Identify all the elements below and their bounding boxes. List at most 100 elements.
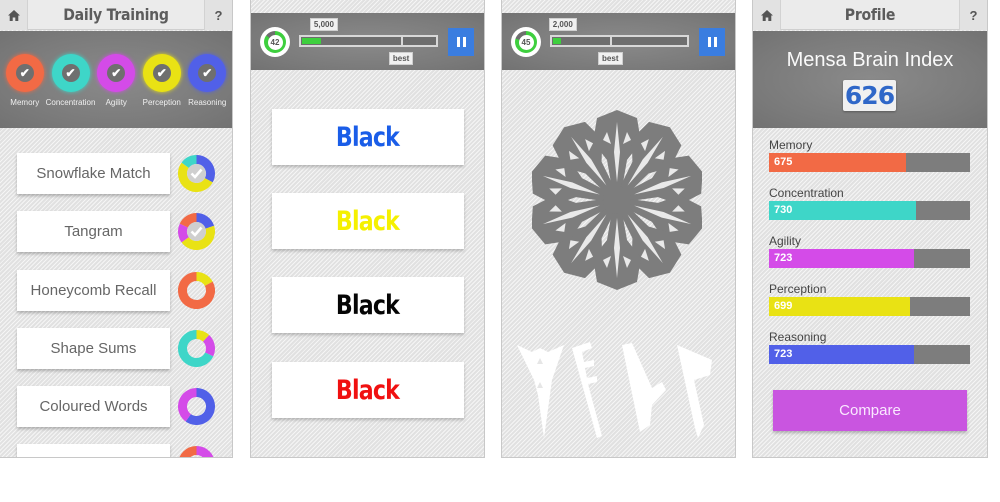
- category-label: Agility: [105, 98, 127, 107]
- stat-agility: Agility 723: [769, 234, 970, 268]
- donut-segment: [196, 272, 213, 287]
- snowflake-match-screen: 45 2,000 best: [501, 0, 736, 458]
- game-button[interactable]: Coloured Words: [17, 386, 170, 427]
- snowflake-pieces: [517, 342, 712, 438]
- donut-segment: [178, 223, 190, 243]
- piece-hook-icon[interactable]: [622, 343, 666, 432]
- stat-value: 723: [774, 348, 793, 360]
- pause-icon: [462, 37, 466, 47]
- compare-button[interactable]: Compare: [773, 390, 967, 431]
- best-marker: [610, 37, 613, 45]
- stat-concentration: Concentration 730: [769, 186, 970, 220]
- help-button[interactable]: ?: [959, 0, 987, 30]
- home-icon: [760, 9, 773, 21]
- game-progress-donut-icon: [178, 388, 215, 425]
- stat-memory: Memory 675: [769, 138, 970, 172]
- score-tag: 5,000: [309, 18, 338, 31]
- nav-bar: Daily Training ?: [0, 0, 232, 30]
- pause-icon: [713, 37, 717, 47]
- home-icon: [7, 9, 20, 21]
- game-progress-donut-icon: [178, 330, 215, 367]
- pause-button[interactable]: [448, 28, 474, 56]
- pause-icon: [707, 37, 711, 47]
- category-ring-icon: ✔: [51, 54, 90, 92]
- timer-ring-icon: 45: [515, 31, 537, 53]
- stat-bar: 723: [769, 249, 970, 268]
- category-label: Reasoning: [188, 98, 227, 107]
- score-progress-bar: [299, 35, 438, 47]
- stat-value: 675: [774, 156, 793, 168]
- check-icon: ✔: [61, 64, 80, 82]
- stat-value: 699: [774, 300, 793, 312]
- donut-segment: [178, 388, 197, 422]
- game-button[interactable]: Honeycomb Recall: [17, 270, 170, 311]
- game-status-bar: 45 2,000 best: [502, 13, 735, 70]
- check-icon: ✔: [107, 64, 126, 82]
- word-option-label: Black: [336, 205, 400, 237]
- pause-icon: [456, 37, 460, 47]
- category-ring-icon: ✔: [97, 54, 136, 92]
- category-ring-icon: ✔: [142, 54, 181, 92]
- game-status-bar: 42 5,000 best: [251, 13, 484, 70]
- best-tag: best: [598, 52, 623, 65]
- stat-bar: 723: [769, 345, 970, 364]
- stat-label: Memory: [769, 138, 813, 152]
- pause-button[interactable]: [699, 28, 725, 56]
- word-option-button[interactable]: Black: [272, 109, 464, 165]
- category-ring-icon: ✔: [188, 54, 227, 92]
- timer-value: 42: [267, 34, 283, 50]
- score-progress-fill: [553, 38, 561, 44]
- category-band: ✔ Memory ✔ Concentration ✔ Agility ✔ Perception…: [0, 31, 232, 128]
- stat-bar: 675: [769, 153, 970, 172]
- score-progress-bar: [550, 35, 689, 47]
- game-button[interactable]: Tangram: [17, 211, 170, 252]
- game-progress-donut-icon: [178, 155, 215, 192]
- stat-label: Perception: [769, 282, 827, 296]
- category-label: Concentration: [45, 98, 96, 107]
- category-concentration[interactable]: ✔ Concentration: [45, 54, 96, 107]
- brain-index-band: Mensa Brain Index 626: [753, 31, 987, 128]
- score-tag: 2,000: [548, 18, 577, 31]
- coloured-words-screen: 42 5,000 best Black Black Black Black: [250, 0, 485, 458]
- timer: 42: [260, 27, 290, 57]
- category-agility[interactable]: ✔ Agility: [94, 54, 140, 107]
- piece-arrow-icon[interactable]: [517, 345, 564, 438]
- nav-bar: Profile ?: [753, 0, 987, 30]
- category-perception[interactable]: ✔ Perception: [139, 54, 185, 107]
- donut-segment: [202, 335, 215, 357]
- category-reasoning[interactable]: ✔ Reasoning: [185, 54, 231, 107]
- score-progress-fill: [302, 38, 321, 44]
- stat-perception: Perception 699: [769, 282, 970, 316]
- word-option-button[interactable]: Black: [272, 362, 464, 418]
- category-label: Perception: [142, 98, 181, 107]
- word-option-label: Black: [336, 289, 400, 321]
- home-button[interactable]: [0, 0, 28, 30]
- best-marker: [400, 37, 403, 45]
- donut-segment: [196, 330, 210, 342]
- word-option-label: Black: [336, 374, 400, 406]
- daily-training-screen: Daily Training ? ✔ Memory ✔ Concentration ✔ A…: [0, 0, 233, 458]
- check-icon: ✔: [198, 64, 217, 82]
- game-progress-donut-icon: [178, 272, 215, 309]
- check-icon: ✔: [15, 64, 34, 82]
- piece-comb-icon[interactable]: [572, 342, 602, 438]
- piece-flag-icon[interactable]: [677, 345, 712, 438]
- check-icon: ✔: [152, 64, 171, 82]
- word-option-label: Black: [336, 121, 400, 153]
- page-title: Profile: [844, 5, 896, 24]
- stat-label: Concentration: [769, 186, 844, 200]
- brain-index-title: Mensa Brain Index: [786, 49, 954, 71]
- stat-bar: 699: [769, 297, 970, 316]
- profile-screen: Profile ? Mensa Brain Index 626 Memory 67…: [752, 0, 988, 458]
- help-button[interactable]: ?: [204, 0, 232, 30]
- word-option-button[interactable]: Black: [272, 277, 464, 333]
- game-button[interactable]: Snowflake Match: [17, 153, 170, 194]
- game-button[interactable]: [17, 444, 170, 457]
- category-memory[interactable]: ✔ Memory: [2, 54, 48, 107]
- brain-index-score: 626: [843, 80, 896, 111]
- game-button[interactable]: Shape Sums: [17, 328, 170, 369]
- page-title: Daily Training: [63, 5, 169, 24]
- home-button[interactable]: [753, 0, 781, 30]
- word-option-button[interactable]: Black: [272, 193, 464, 249]
- timer-value: 45: [518, 34, 534, 50]
